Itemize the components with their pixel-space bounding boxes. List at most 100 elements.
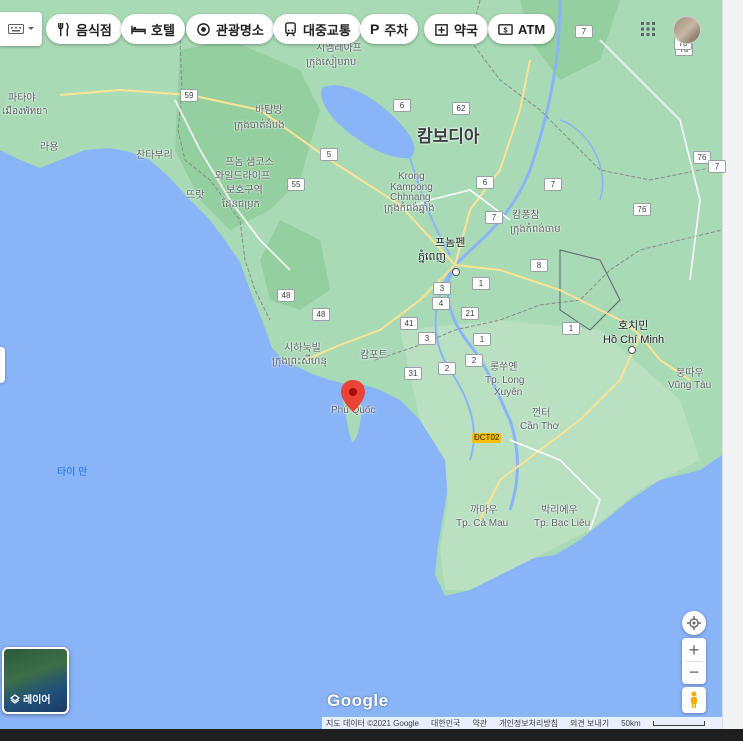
city-label: 뜨랏 (186, 190, 205, 201)
layers-icon (10, 693, 20, 704)
road-shield: 1 (473, 333, 491, 346)
road-shield: 5 (320, 148, 338, 161)
privacy-link[interactable]: 개인정보처리방침 (499, 718, 558, 729)
taskbar (0, 729, 743, 741)
camera-icon (197, 22, 210, 36)
city-label: Chhnang (390, 192, 431, 203)
road-shield: 48 (312, 308, 330, 321)
chip-transit[interactable]: 대중교통 (273, 14, 361, 44)
city-label: 파타야 (8, 93, 36, 104)
city-label: ក្រុងព្រះសីហនុ (272, 356, 327, 367)
zoom-in-button[interactable]: + (689, 639, 700, 661)
chip-attractions[interactable]: 관광명소 (186, 14, 274, 44)
location-pin-icon[interactable] (341, 380, 365, 412)
chip-label: 약국 (454, 22, 478, 38)
road-shield: 2 (465, 354, 483, 367)
bed-icon (131, 25, 146, 34)
city-label: Tp. Bạc Liêu (534, 518, 591, 529)
road-shield: 76 (633, 203, 651, 216)
road-shield: 1 (472, 277, 490, 290)
scale-label[interactable]: 50km (621, 719, 641, 728)
city-label: ក្រុងសៀមរាប (306, 57, 357, 68)
train-icon (285, 21, 296, 36)
city-label: ក្រុងកំពង់ចាម (510, 224, 561, 235)
road-shield: 62 (452, 102, 470, 115)
avatar[interactable] (673, 16, 701, 44)
city-label: Hồ Chí Minh (603, 334, 665, 346)
country-label: 캄보디아 (417, 127, 480, 146)
city-label: 캄퐁참 (512, 210, 540, 221)
park-label: 보호구역 (226, 185, 263, 196)
city-label: 찬타부리 (136, 150, 173, 161)
keyboard-button[interactable] (0, 12, 42, 46)
my-location-button[interactable] (682, 611, 706, 635)
city-label: 시엠레아프 (316, 43, 362, 54)
capital-label: ភ្នំពេញ (418, 251, 446, 263)
city-label: 라용 (40, 142, 59, 153)
city-label: 시하눅빌 (284, 343, 321, 354)
chip-pharmacy[interactable]: 약국 (424, 14, 488, 44)
scale-bar (652, 720, 705, 726)
chip-atm[interactable]: $ ATM (488, 14, 556, 44)
city-label: Vũng Tàu (668, 380, 712, 391)
road-shield: 7 (544, 178, 562, 191)
city-label: Tp. Cà Mau (456, 518, 509, 529)
chevron-down-icon (27, 27, 34, 30)
side-panel-toggle[interactable] (0, 347, 5, 383)
city-dot (628, 346, 636, 354)
road-badge: ĐCT02 (472, 433, 502, 443)
map-footer: 지도 데이터 ©2021 Google 대한민국 약관 개인정보처리방침 의견 … (322, 717, 722, 729)
svg-text:$: $ (503, 25, 508, 34)
city-label: Cần Thơ (520, 421, 560, 432)
chip-label: 관광명소 (216, 22, 264, 38)
region-link[interactable]: 대한민국 (431, 718, 460, 729)
keyboard-icon (7, 24, 24, 34)
chip-label: 호텔 (151, 22, 175, 38)
sea-label: 타이 만 (57, 467, 88, 478)
city-label: ក្រុងបាត់ដំបង (234, 120, 285, 131)
road-shield: 4 (432, 297, 450, 310)
road-shield: 41 (400, 317, 418, 330)
city-label: 바탐방 (255, 105, 283, 116)
map-canvas[interactable] (0, 0, 743, 741)
chip-parking[interactable]: P 주차 (360, 14, 419, 44)
road-shield: 7 (708, 160, 726, 173)
road-shield: 3 (433, 282, 451, 295)
city-label: 박리에우 (541, 505, 578, 516)
city-label: เมืองพัทยา (2, 106, 48, 117)
feedback-link[interactable]: 의견 보내기 (570, 718, 609, 729)
city-label: 까마우 (470, 505, 498, 516)
road-shield: 8 (530, 259, 548, 272)
park-label: 프놈 샘코스 (225, 157, 274, 168)
right-scrollbar[interactable] (722, 0, 743, 729)
chip-label: 대중교통 (303, 22, 351, 38)
road-shield: 21 (461, 307, 479, 320)
fork-knife-icon (58, 21, 69, 36)
city-label: 껀터 (532, 408, 551, 419)
chip-label: 음식점 (76, 22, 112, 38)
road-shield: 3 (418, 332, 436, 345)
layers-label: 레이어 (23, 695, 51, 706)
map-data-credit: 지도 데이터 ©2021 Google (326, 718, 419, 728)
road-shield: 7 (485, 211, 503, 224)
city-label: ក្រុងកំពង់ឆ្នាំង (384, 203, 435, 214)
apps-grid-icon[interactable] (641, 22, 655, 36)
pharmacy-icon (435, 23, 448, 36)
street-view-pegman[interactable] (682, 687, 706, 713)
road-shield: 1 (562, 322, 580, 335)
capital-label: 프놈펜 (435, 237, 466, 249)
chip-label: ATM (518, 21, 546, 37)
chip-restaurants[interactable]: 음식점 (46, 14, 122, 44)
chip-hotels[interactable]: 호텔 (121, 14, 185, 44)
city-label: Xuyên (494, 387, 523, 398)
road-shield: 6 (476, 176, 494, 189)
capital-dot (452, 268, 460, 276)
city-label: 호치민 (618, 320, 649, 332)
city-label: 붕따우 (676, 368, 704, 379)
road-shield: 48 (277, 289, 295, 302)
zoom-out-button[interactable]: − (689, 662, 700, 684)
pegman-icon (691, 691, 697, 708)
layers-button[interactable]: 레이어 (2, 647, 69, 714)
terms-link[interactable]: 약관 (472, 718, 487, 729)
city-label: 캄포트 (360, 350, 388, 361)
